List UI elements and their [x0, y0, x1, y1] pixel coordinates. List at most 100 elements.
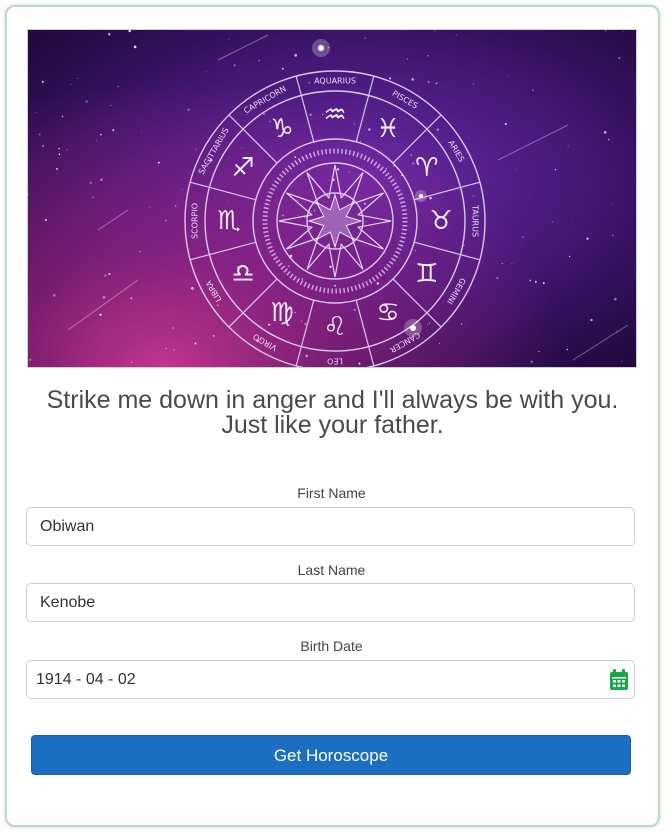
- star: [128, 30, 131, 33]
- star: [534, 280, 537, 283]
- star: [195, 148, 197, 150]
- zodiac-glyph: ♓: [376, 114, 399, 144]
- last-name-input[interactable]: [40, 584, 600, 621]
- star: [318, 169, 319, 171]
- star: [130, 42, 131, 43]
- star: [96, 140, 97, 141]
- first-name-label: First Name: [297, 485, 366, 501]
- star: [174, 204, 177, 207]
- quote-line-2: Just like your father.: [221, 411, 444, 439]
- star: [109, 104, 112, 107]
- star: [263, 113, 265, 115]
- streak: [217, 34, 269, 61]
- star: [455, 34, 457, 36]
- star: [309, 113, 312, 116]
- last-name-field[interactable]: [26, 583, 635, 622]
- star: [35, 112, 37, 114]
- star: [348, 347, 350, 349]
- star: [41, 80, 44, 84]
- star: [77, 78, 79, 79]
- star: [468, 137, 470, 139]
- star: [100, 133, 102, 136]
- star: [404, 63, 406, 64]
- sparkle: [419, 194, 423, 198]
- get-horoscope-button[interactable]: Get Horoscope: [31, 735, 631, 775]
- first-name-input[interactable]: [40, 508, 600, 545]
- star: [61, 115, 64, 118]
- star: [206, 366, 208, 367]
- star: [398, 159, 400, 160]
- star: [228, 38, 230, 40]
- star: [44, 218, 47, 222]
- star: [567, 145, 569, 147]
- star: [532, 89, 534, 91]
- star: [149, 207, 151, 209]
- star: [554, 168, 557, 171]
- star: [133, 45, 137, 49]
- star: [473, 83, 475, 85]
- star: [365, 220, 367, 222]
- star: [472, 195, 474, 197]
- star: [258, 59, 261, 62]
- star: [426, 54, 429, 57]
- star: [294, 54, 298, 57]
- streak: [572, 324, 629, 361]
- birth-date-field[interactable]: 1914 - 04 - 02: [26, 660, 635, 699]
- zodiac-glyph: ♉: [429, 206, 452, 236]
- star: [226, 201, 228, 203]
- star: [117, 85, 119, 88]
- zodiac-glyph: ♒: [323, 100, 346, 130]
- star: [104, 274, 107, 277]
- star: [58, 153, 61, 156]
- star: [178, 192, 180, 194]
- star: [348, 171, 350, 173]
- wheel-divider: [414, 241, 481, 261]
- star: [427, 323, 429, 326]
- star: [74, 326, 76, 328]
- zodiac-glyph: ♑: [270, 114, 293, 144]
- star: [237, 242, 239, 243]
- star: [618, 56, 621, 60]
- wheel-divider: [189, 241, 256, 261]
- star: [288, 339, 290, 341]
- star: [42, 145, 44, 147]
- sparkle: [318, 45, 324, 51]
- star: [428, 322, 431, 324]
- first-name-field[interactable]: [26, 507, 635, 546]
- star: [66, 149, 68, 151]
- star: [29, 358, 32, 361]
- star: [360, 140, 362, 142]
- star: [100, 178, 103, 182]
- star: [157, 161, 160, 164]
- calendar-icon[interactable]: [609, 669, 629, 696]
- star: [294, 156, 297, 159]
- star: [529, 279, 532, 282]
- star: [566, 348, 568, 351]
- star: [92, 196, 94, 199]
- star: [173, 349, 175, 351]
- birth-date-label: Birth Date: [300, 638, 363, 654]
- streak: [97, 209, 129, 231]
- star: [194, 342, 197, 345]
- birth-date-value[interactable]: 1914 - 04 - 02: [36, 671, 136, 689]
- zodiac-wheel-graphic: AQUARIUS♒PISCES♓ARIES♈TAURUS♉GEMINI♊CANC…: [28, 30, 629, 367]
- star: [112, 129, 115, 132]
- star: [411, 78, 414, 81]
- star: [427, 80, 430, 83]
- star: [376, 282, 380, 285]
- zodiac-glyph: ♊: [415, 259, 438, 289]
- zodiac-glyph: ♈: [415, 153, 438, 183]
- star: [140, 132, 142, 133]
- star: [522, 236, 525, 238]
- star: [412, 162, 415, 165]
- star: [308, 81, 311, 84]
- star: [241, 147, 243, 149]
- star: [511, 262, 513, 264]
- star: [187, 108, 190, 111]
- star: [58, 147, 60, 150]
- star: [515, 168, 517, 170]
- star: [85, 100, 88, 103]
- star: [551, 221, 553, 223]
- star: [568, 255, 571, 258]
- star: [52, 293, 56, 297]
